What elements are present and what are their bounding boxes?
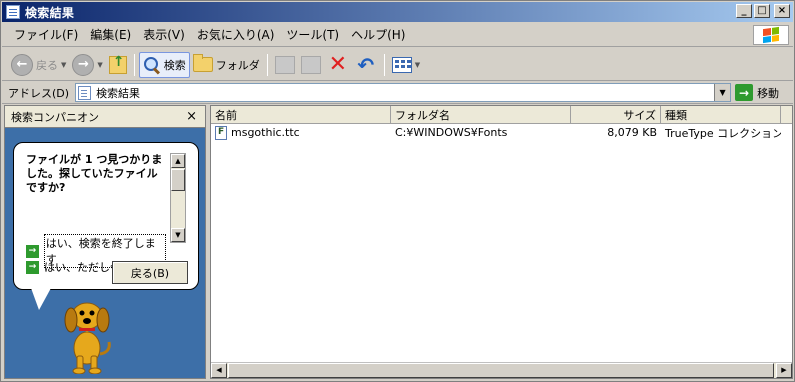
address-dropdown-button[interactable]: ▼ [714,84,731,101]
scroll-up-icon[interactable]: ▲ [171,154,185,168]
menu-tools[interactable]: ツール(T) [280,26,345,43]
forward-dropdown-icon[interactable]: ▼ [97,61,102,69]
window-title: 検索結果 [25,5,75,20]
menu-bar: ファイル(F) 編集(E) 表示(V) お気に入り(A) ツール(T) ヘルプ(… [2,23,793,47]
title-bar[interactable]: 検索結果 _ □ × [2,2,793,22]
column-size[interactable]: サイズ [571,106,661,124]
document-icon [6,5,20,19]
address-input[interactable]: 検索結果 ▼ [75,83,732,102]
undo-icon: ↶ [357,52,375,77]
table-row[interactable]: msgothic.ttc C:¥WINDOWS¥Fonts 8,079 KB T… [211,124,792,141]
views-button[interactable]: ▼ [389,52,423,78]
list-header: 名前 フォルダ名 サイズ 種類 [211,106,792,124]
green-arrow-icon: → [26,260,39,274]
search-button[interactable]: 検索 [138,51,190,78]
cell-type: TrueType コレクション... [665,126,781,140]
forward-button[interactable]: → ▼ [69,52,105,78]
dog-icon[interactable] [57,296,119,374]
companion-back-button[interactable]: 戻る(B) [112,261,188,284]
companion-close-button[interactable]: × [186,109,197,124]
menu-view[interactable]: 表示(V) [137,26,191,43]
toolbar-separator [266,53,268,76]
explorer-window: 検索結果 _ □ × ファイル(F) 編集(E) 表示(V) お気に入り(A) … [0,0,795,382]
views-icon [391,56,412,73]
windows-logo [753,25,789,45]
companion-header: 検索コンパニオン × [5,106,205,128]
toolbar-separator [383,53,385,76]
address-bar: アドレス(D) 検索結果 ▼ → 移動 [2,82,793,104]
column-type[interactable]: 種類 [661,106,781,124]
go-arrow-icon: → [735,84,754,101]
result-message: ファイルが 1 つ見つかりました。探していたファイルですか? [26,153,163,194]
cell-name: msgothic.ttc [211,125,391,140]
file-name: msgothic.ttc [231,126,300,139]
windows-flag-icon [763,26,779,44]
hscroll-thumb[interactable] [228,363,774,378]
up-folder-icon [108,54,127,74]
document-icon [78,85,92,100]
forward-icon: → [72,53,95,76]
scroll-left-icon[interactable]: ◀ [211,363,227,378]
go-label: 移動 [757,86,780,100]
toolbar-separator [133,53,135,76]
copy-to-button[interactable] [298,52,324,78]
copy-to-icon [300,55,321,74]
delete-button[interactable]: ✕ [324,52,352,78]
window-controls: _ □ × [736,4,790,18]
close-button[interactable]: × [774,4,790,18]
column-name[interactable]: 名前 [211,106,391,124]
menu-help[interactable]: ヘルプ(H) [345,26,411,43]
search-companion-pane: 検索コンパニオン × ファイルが 1 つ見つかりました。探していたファイルですか… [4,105,206,379]
scroll-down-icon[interactable]: ▼ [171,228,185,242]
back-button[interactable]: ← 戻る ▼ [8,52,69,78]
toolbar: ← 戻る ▼ → ▼ 検索 フォルダ ✕ ↶ [2,49,793,81]
folders-label: フォルダ [215,58,260,72]
folders-button[interactable]: フォルダ [190,52,263,78]
menu-favorites[interactable]: お気に入り(A) [191,26,281,43]
cell-folder: C:¥WINDOWS¥Fonts [395,126,508,139]
ttc-file-icon [215,125,227,140]
horizontal-scrollbar[interactable]: ◀ ▶ [211,362,792,378]
address-label: アドレス(D) [8,86,70,100]
back-icon: ← [11,53,33,76]
move-to-icon [274,55,295,74]
balloon-scrollbar[interactable]: ▲ ▼ [170,153,186,243]
companion-title: 検索コンパニオン [11,110,99,124]
back-label: 戻る [36,58,58,72]
menu-edit[interactable]: 編集(E) [84,26,137,43]
move-to-button[interactable] [272,52,298,78]
menu-file[interactable]: ファイル(F) [8,26,84,43]
undo-button[interactable]: ↶ [352,52,380,78]
search-label: 検索 [163,58,186,72]
back-dropdown-icon[interactable]: ▼ [61,61,66,69]
minimize-button[interactable]: _ [736,4,752,18]
scroll-right-icon[interactable]: ▶ [776,363,792,378]
address-value: 検索結果 [96,86,141,100]
scroll-thumb[interactable] [171,169,185,191]
balloon-tail [31,288,51,310]
maximize-button[interactable]: □ [754,4,770,18]
cell-size: 8,079 KB [607,126,657,139]
green-arrow-icon: → [26,244,39,258]
search-icon [143,56,161,74]
companion-balloon: ファイルが 1 つ見つかりました。探していたファイルですか? ▲ ▼ → はい、… [13,142,199,290]
go-button[interactable]: → 移動 [735,84,779,101]
column-folder[interactable]: フォルダ名 [391,106,571,124]
results-list: 名前 フォルダ名 サイズ 種類 msgothic.ttc C:¥WINDOWS¥… [210,105,793,379]
folders-icon [192,54,213,72]
delete-icon: ✕ [328,51,347,77]
up-button[interactable] [106,52,130,78]
views-dropdown-icon: ▼ [414,60,421,69]
